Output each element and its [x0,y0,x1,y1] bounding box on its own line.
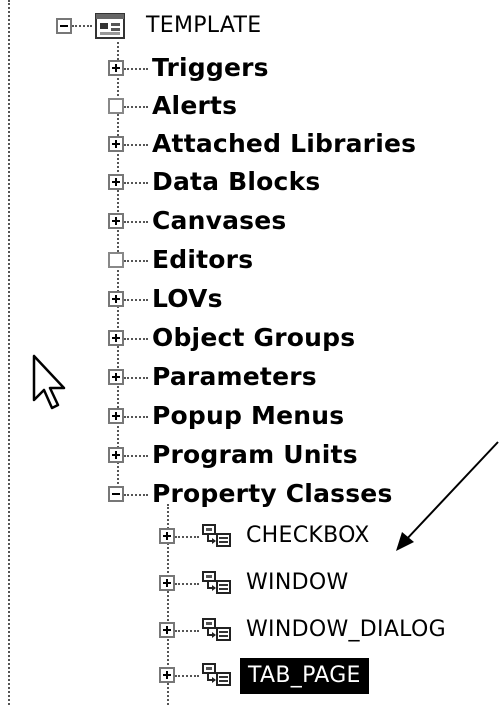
tree-connector [175,630,199,632]
collapse-property-classes-toggle[interactable] [108,486,124,502]
tree-node-tab-page-selected[interactable]: TAB_PAGE [240,658,369,694]
tree-node-window-dialog[interactable]: WINDOW_DIALOG [246,612,446,648]
tree-guide-line [8,0,10,705]
tree-node-parameters[interactable]: Parameters [152,359,317,395]
tree-connector [124,182,148,184]
expand-popup-menus-toggle[interactable] [108,408,124,424]
tree-connector [175,536,199,538]
expand-checkbox-toggle[interactable] [159,528,175,544]
property-class-icon [202,524,231,547]
expand-parameters-toggle[interactable] [108,369,124,385]
tree-node-alerts[interactable]: Alerts [152,88,237,124]
tree-node-lovs[interactable]: LOVs [152,281,223,317]
property-class-icon [202,571,231,594]
expand-tab-page-toggle[interactable] [159,667,175,683]
tree-node-popup-menus[interactable]: Popup Menus [152,398,344,434]
property-class-icon [202,663,231,686]
expand-lovs-toggle[interactable] [108,291,124,307]
tree-connector [124,494,148,496]
tree-node-property-classes[interactable]: Property Classes [152,476,393,512]
tree-connector [124,68,148,70]
expand-object-groups-toggle[interactable] [108,330,124,346]
expand-window-toggle[interactable] [159,575,175,591]
collapse-template-toggle[interactable] [56,18,72,34]
tree-connector [124,377,148,379]
tree-node-canvases[interactable]: Canvases [152,203,287,239]
tree-node-program-units[interactable]: Program Units [152,437,358,473]
property-class-icon [202,618,231,641]
tree-connector [124,106,148,108]
tree-node-data-blocks[interactable]: Data Blocks [152,164,320,200]
tree-connector [124,416,148,418]
tree-connector [124,455,148,457]
tree-connector [72,25,92,27]
expand-window-dialog-toggle[interactable] [159,622,175,638]
tree-node-window[interactable]: WINDOW [246,565,349,601]
tree-connector [175,583,199,585]
form-module-icon [95,13,125,39]
annotation-arrow-icon [396,441,499,551]
editors-node-box [108,252,124,268]
tree-connector [124,299,148,301]
tree-connector [175,675,199,677]
tree-node-checkbox[interactable]: CHECKBOX [246,518,370,554]
expand-data-blocks-toggle[interactable] [108,174,124,190]
tree-connector [124,221,148,223]
tree-node-triggers[interactable]: Triggers [152,50,269,86]
expand-attached-libraries-toggle[interactable] [108,136,124,152]
expand-triggers-toggle[interactable] [108,60,124,76]
tree-node-attached-libraries[interactable]: Attached Libraries [152,126,416,162]
tree-connector [124,144,148,146]
tree-connector [124,260,148,262]
alerts-node-box [108,98,124,114]
tree-node-object-groups[interactable]: Object Groups [152,320,355,356]
expand-program-units-toggle[interactable] [108,447,124,463]
tree-connector [124,338,148,340]
expand-canvases-toggle[interactable] [108,213,124,229]
mouse-pointer-icon [32,354,66,410]
template-node-label[interactable]: TEMPLATE [146,8,261,44]
tree-node-editors[interactable]: Editors [152,242,253,278]
